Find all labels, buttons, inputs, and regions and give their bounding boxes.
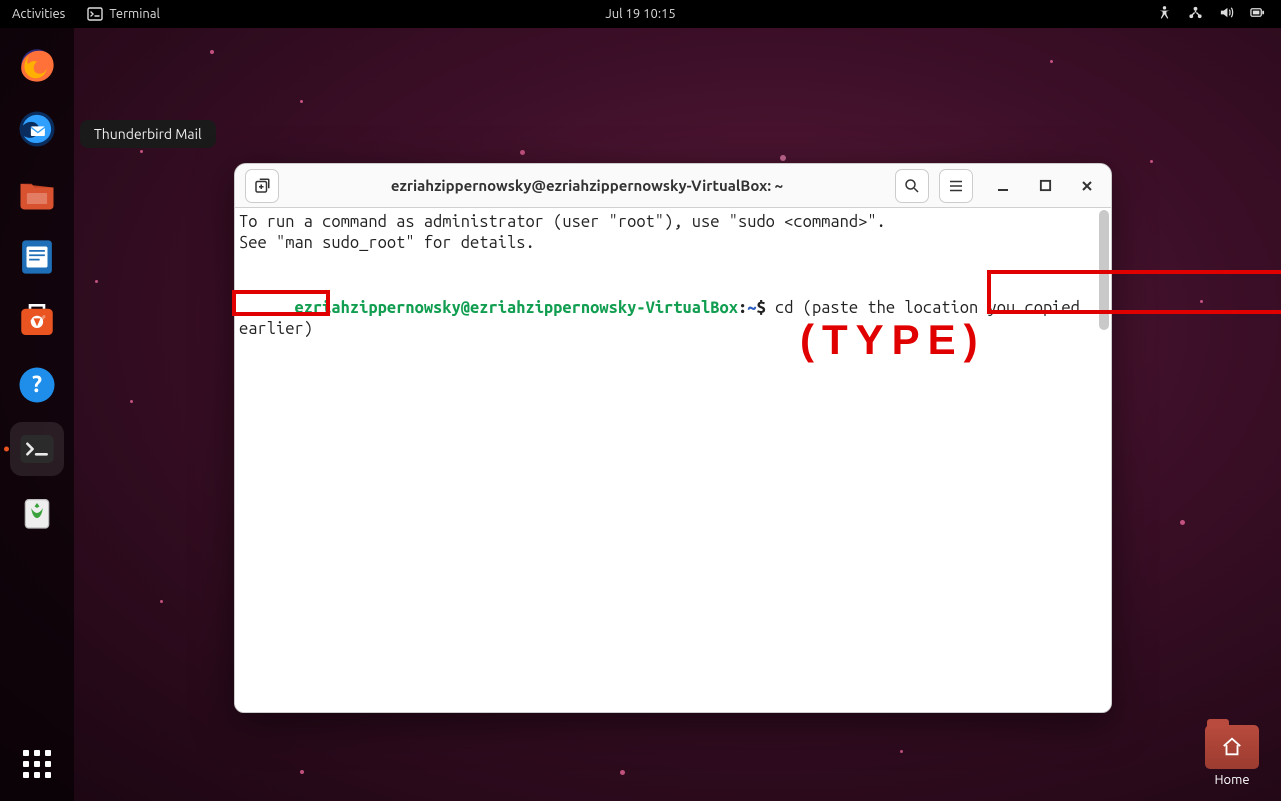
minimize-button[interactable] [989, 172, 1017, 200]
clock[interactable]: Jul 19 10:15 [605, 7, 675, 21]
hamburger-menu-button[interactable] [939, 169, 973, 203]
terminal-hint-line: To run a command as administrator (user … [239, 212, 1107, 233]
topbar-app-label[interactable]: Terminal [109, 7, 160, 21]
dock-thunderbird[interactable] [10, 102, 64, 156]
terminal-titlebar[interactable]: ezriahzippernowsky@ezriahzippernowsky-Vi… [235, 164, 1111, 208]
show-applications-button[interactable] [14, 741, 60, 787]
terminal-window: ezriahzippernowsky@ezriahzippernowsky-Vi… [234, 163, 1112, 713]
accessibility-icon[interactable] [1157, 5, 1172, 23]
dock: ? [0, 28, 74, 801]
dock-tooltip: Thunderbird Mail [80, 120, 216, 148]
scrollbar-thumb[interactable] [1099, 210, 1109, 330]
network-icon[interactable] [1188, 5, 1203, 23]
dock-help[interactable]: ? [10, 358, 64, 412]
activities-label[interactable]: Activities [12, 7, 65, 21]
battery-icon[interactable] [1250, 5, 1265, 23]
volume-icon[interactable] [1219, 5, 1234, 23]
terminal-app-indicator-icon[interactable] [87, 6, 103, 22]
new-tab-button[interactable] [245, 169, 279, 203]
desktop-home-folder[interactable]: Home [1197, 725, 1267, 787]
terminal-hint-line: See "man sudo_root" for details. [239, 233, 1107, 254]
running-indicator [4, 447, 9, 452]
maximize-button[interactable] [1031, 172, 1059, 200]
close-button[interactable] [1073, 172, 1101, 200]
dock-files[interactable] [10, 166, 64, 220]
top-bar: Activities Terminal Jul 19 10:15 [0, 0, 1281, 28]
search-button[interactable] [895, 169, 929, 203]
annotation-type-label: (TYPE) [800, 316, 986, 364]
dock-firefox[interactable] [10, 38, 64, 92]
dock-software[interactable] [10, 294, 64, 348]
svg-text:?: ? [32, 372, 42, 397]
dock-libreoffice-writer[interactable] [10, 230, 64, 284]
window-title: ezriahzippernowsky@ezriahzippernowsky-Vi… [289, 177, 885, 194]
terminal-body[interactable]: To run a command as administrator (user … [235, 208, 1111, 712]
prompt-user: ezriahzippernowsky@ezriahzippernowsky-Vi… [294, 299, 738, 317]
dock-terminal[interactable] [10, 422, 64, 476]
desktop-home-label: Home [1197, 773, 1267, 787]
dock-trash[interactable] [10, 486, 64, 540]
